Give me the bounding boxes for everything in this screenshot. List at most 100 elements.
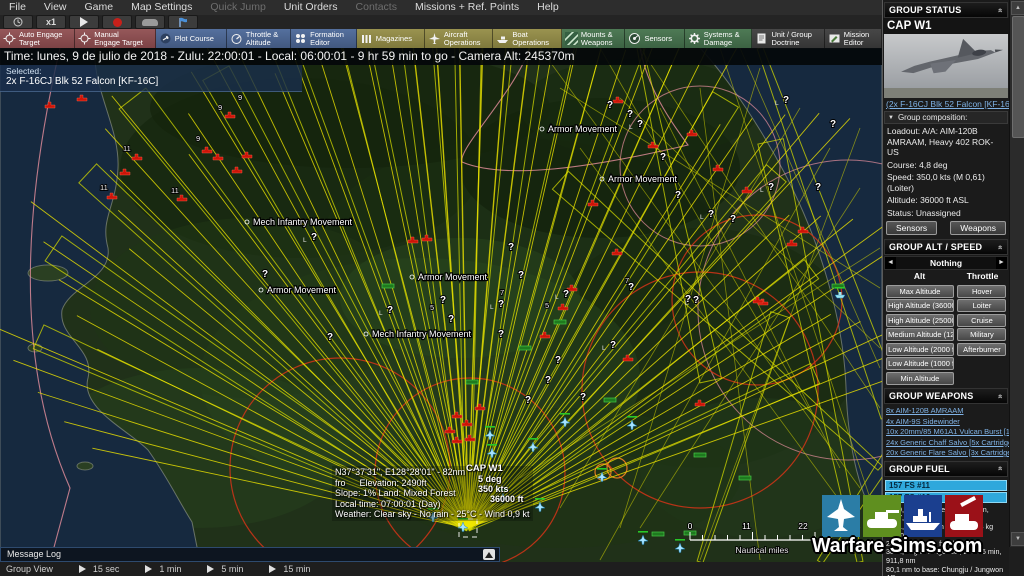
menu-item-map-settings[interactable]: Map Settings: [122, 0, 201, 15]
unknown-contact-icon[interactable]: ?: [580, 392, 586, 403]
alt-button-high-altitude-36000-ft-[interactable]: High Altitude (36000 ft): [886, 299, 954, 312]
manual-engage-target-button[interactable]: ManualEngage Target: [75, 29, 156, 48]
menu-item-contacts[interactable]: Contacts: [347, 0, 406, 15]
group-alt-speed-header[interactable]: GROUP ALT / SPEED «: [884, 239, 1008, 255]
menu-item-file[interactable]: File: [0, 0, 35, 15]
speed-option-5-min[interactable]: 5 min: [207, 564, 243, 574]
message-log-expand-button[interactable]: [483, 549, 495, 560]
menu-item-view[interactable]: View: [35, 0, 76, 15]
unknown-contact-icon[interactable]: ?: [555, 355, 561, 366]
menu-item-help[interactable]: Help: [528, 0, 568, 15]
group-composition-toggle[interactable]: ▼ Group composition:: [884, 111, 1008, 124]
menu-item-game[interactable]: Game: [76, 0, 123, 15]
menu-item-missions-ref-points[interactable]: Missions + Ref. Points: [406, 0, 528, 15]
throttle-button-afterburner[interactable]: Afterburner: [957, 343, 1006, 356]
alt-button-low-altitude-2000-ft-[interactable]: Low Altitude (2000 ft): [886, 343, 954, 356]
sidebar-scrollbar[interactable]: ▲ ▼: [1009, 0, 1024, 547]
unknown-contact-icon[interactable]: ?: [508, 242, 514, 253]
clock-icon-button[interactable]: [3, 15, 33, 29]
unknown-contact-icon[interactable]: ?: [525, 395, 531, 406]
record-button[interactable]: [102, 15, 132, 29]
unknown-contact-icon[interactable]: ?: [815, 182, 821, 193]
weapon-link-0[interactable]: 8x AIM-120B AMRAAM: [883, 406, 1009, 417]
unknown-contact-icon[interactable]: ?: [518, 270, 524, 281]
collapse-icon[interactable]: «: [996, 8, 1005, 13]
group-fuel-header[interactable]: GROUP FUEL «: [884, 461, 1008, 477]
facility-icon[interactable]: [382, 284, 394, 288]
throttle-button-loiter[interactable]: Loiter: [957, 299, 1006, 312]
weapon-link-2[interactable]: 10x 20mm/85 M61A1 Vulcan Burst [100 rnds…: [883, 427, 1009, 438]
magazines-button[interactable]: Magazines: [357, 29, 425, 48]
svg-text:?: ?: [448, 314, 454, 325]
alt-button-min-altitude[interactable]: Min Altitude: [886, 372, 954, 385]
selector-right-arrow[interactable]: ►: [996, 257, 1007, 269]
weapon-link-3[interactable]: 24x Generic Chaff Salvo [5x Cartridges]: [883, 438, 1009, 449]
speed-option-15-sec[interactable]: 15 sec: [79, 564, 120, 574]
group-weapons-header[interactable]: GROUP WEAPONS «: [884, 388, 1008, 404]
doctrine-icon: [755, 32, 768, 45]
systems-damage-button[interactable]: Systems &Damage: [685, 29, 753, 48]
fuel-unit-0[interactable]: 157 FS #11: [885, 480, 1007, 491]
unknown-contact-icon[interactable]: ?: [262, 269, 268, 280]
facility-icon[interactable]: [652, 532, 664, 536]
weapons-title: GROUP WEAPONS: [889, 391, 973, 401]
scroll-thumb[interactable]: [1012, 16, 1024, 138]
mission-editor-button[interactable]: MissionEditor: [825, 29, 882, 48]
unknown-contact-icon[interactable]: ?: [607, 100, 613, 111]
aircraft-operations-button[interactable]: AircraftOperations: [425, 29, 494, 48]
message-log-bar[interactable]: Message Log: [0, 547, 500, 562]
alt-button-max-altitude[interactable]: Max Altitude: [886, 285, 954, 298]
unknown-contact-icon[interactable]: ?: [440, 295, 446, 306]
collapse-icon[interactable]: «: [996, 394, 1005, 399]
speed-option-1-min[interactable]: 1 min: [145, 564, 181, 574]
tactical-map[interactable]: ?L???L???L???L???L???L???L???L???L???L??…: [0, 48, 882, 562]
facility-icon[interactable]: [554, 320, 566, 324]
unknown-contact-icon[interactable]: ?: [627, 109, 633, 120]
facility-icon[interactable]: [694, 453, 706, 457]
collapse-icon[interactable]: «: [996, 245, 1005, 250]
menu-item-unit-orders[interactable]: Unit Orders: [275, 0, 347, 15]
weapon-link-1[interactable]: 4x AIM-9S Sidewinder: [883, 417, 1009, 428]
unknown-contact-icon[interactable]: ?: [498, 329, 504, 340]
collapse-icon[interactable]: «: [996, 466, 1005, 471]
play-button[interactable]: [69, 15, 99, 29]
unknown-contact-icon[interactable]: ?: [830, 119, 836, 130]
selector-left-arrow[interactable]: ◄: [885, 257, 896, 269]
group-status-header[interactable]: GROUP STATUS «: [884, 2, 1008, 18]
throttle-button-hover[interactable]: Hover: [957, 285, 1006, 298]
flag-button[interactable]: [168, 15, 198, 29]
sensors-button[interactable]: Sensors: [625, 29, 684, 48]
alt-button-high-altitude-25000-ft-[interactable]: High Altitude (25000 ft): [886, 314, 954, 327]
boat-operations-button[interactable]: BoatOperations: [493, 29, 562, 48]
time-compression-value[interactable]: x1: [36, 15, 66, 29]
unknown-contact-icon[interactable]: ?: [730, 214, 736, 225]
facility-icon[interactable]: [519, 346, 531, 350]
sensors-button[interactable]: Sensors: [886, 221, 937, 235]
unknown-contact-icon[interactable]: ?: [545, 375, 551, 386]
mounts-weapons-button[interactable]: Mounts &Weapons: [562, 29, 626, 48]
alt-button-medium-altitude-12000-ft-[interactable]: Medium Altitude (12000 ft): [886, 328, 954, 341]
auto-engage-target-button[interactable]: Auto EngageTarget: [0, 29, 75, 48]
menu-item-quick-jump[interactable]: Quick Jump: [201, 0, 274, 15]
group-composition-link[interactable]: (2x F-16CJ Blk 52 Falcon [KF-16C]): [883, 98, 1009, 110]
weapons-button[interactable]: Weapons: [950, 221, 1006, 235]
scroll-up-arrow[interactable]: ▲: [1011, 1, 1024, 15]
recorder-button[interactable]: [135, 15, 165, 29]
unknown-contact-icon[interactable]: ?: [327, 332, 333, 343]
weapon-link-4[interactable]: 20x Generic Flare Salvo [3x Cartridges, …: [883, 448, 1009, 459]
plot-course-button[interactable]: Plot Course: [156, 29, 227, 48]
throttle-button-military[interactable]: Military: [957, 328, 1006, 341]
alt-button-low-altitude-1000-ft-[interactable]: Low Altitude (1000 ft): [886, 357, 954, 370]
facility-icon[interactable]: [604, 398, 616, 402]
unknown-contact-icon[interactable]: ?: [675, 190, 681, 201]
unit-group-doctrine-button[interactable]: Unit / GroupDoctrine: [752, 29, 824, 48]
formation-editor-button[interactable]: FormationEditor: [291, 29, 357, 48]
unknown-contact-icon[interactable]: ?: [660, 152, 666, 163]
unknown-contact-icon[interactable]: ?: [448, 314, 454, 325]
dropdown-icon: ▼: [888, 115, 894, 121]
facility-icon[interactable]: [466, 380, 478, 384]
facility-icon[interactable]: [739, 476, 751, 480]
throttle-altitude-button[interactable]: Throttle &Altitude: [227, 29, 291, 48]
speed-option-15-min[interactable]: 15 min: [269, 564, 310, 574]
throttle-button-cruise[interactable]: Cruise: [957, 314, 1006, 327]
